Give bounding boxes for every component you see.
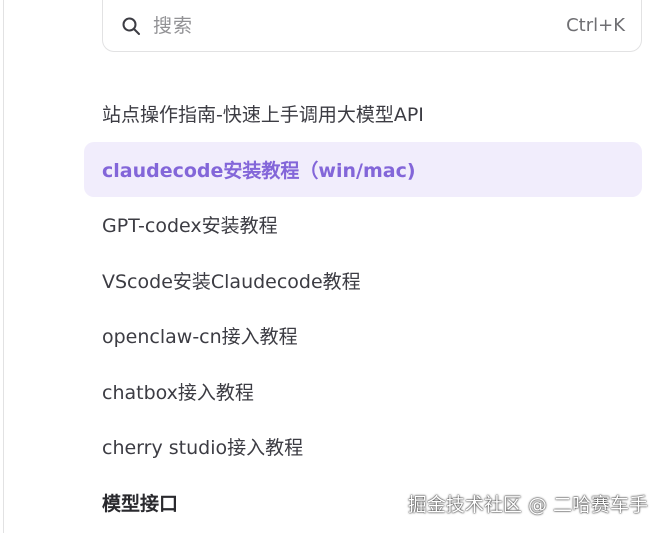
search-shortcut-hint: Ctrl+K xyxy=(566,15,625,36)
sidebar-item-vscode-claudecode[interactable]: VScode安装Claudecode教程 xyxy=(84,253,642,309)
search-box[interactable]: 搜索 Ctrl+K xyxy=(102,0,642,52)
watermark: 掘金技术社区 @ 二哈赛车手 xyxy=(407,494,648,516)
sidebar-item-cherry-studio[interactable]: cherry studio接入教程 xyxy=(84,419,642,475)
sidebar-item-claudecode-install[interactable]: claudecode安装教程（win/mac) xyxy=(84,141,642,197)
sidebar-item-gpt-codex-install[interactable]: GPT-codex安装教程 xyxy=(84,197,642,253)
sidebar-divider xyxy=(3,0,4,533)
search-placeholder[interactable]: 搜索 xyxy=(153,13,193,39)
sidebar-nav: 站点操作指南-快速上手调用大模型API claudecode安装教程（win/m… xyxy=(84,86,642,530)
sidebar-item-openclaw-cn[interactable]: openclaw-cn接入教程 xyxy=(84,308,642,364)
search-icon xyxy=(122,17,140,35)
sidebar-item-chatbox[interactable]: chatbox接入教程 xyxy=(84,364,642,420)
sidebar-item-site-guide[interactable]: 站点操作指南-快速上手调用大模型API xyxy=(84,86,642,142)
